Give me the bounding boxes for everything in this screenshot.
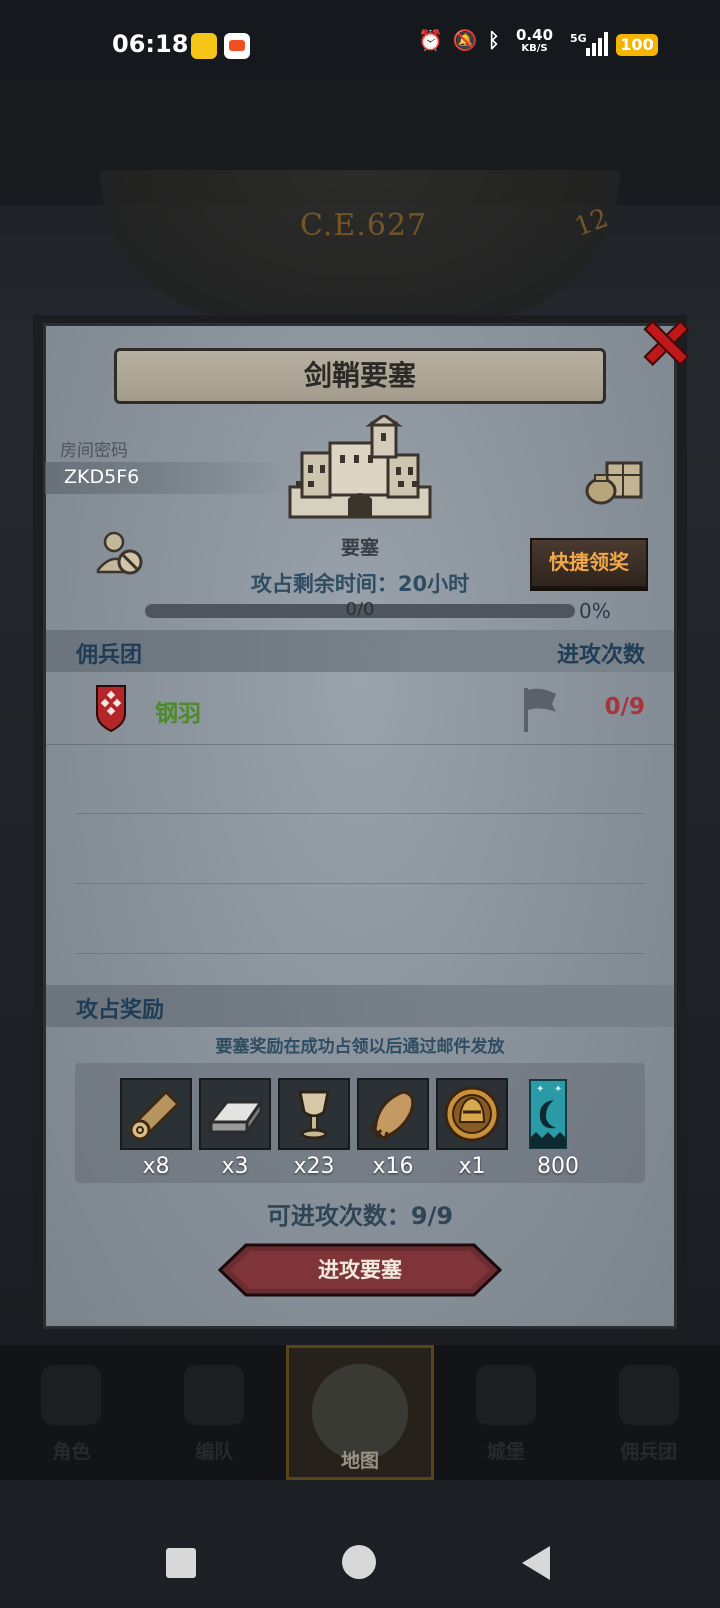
empty-row-divider xyxy=(75,883,645,884)
wood-log-icon xyxy=(129,1089,181,1141)
reward-item[interactable]: x8 xyxy=(120,1078,192,1179)
fortress-icon xyxy=(288,415,432,519)
progress-percent: 0% xyxy=(579,599,611,623)
reward-item[interactable]: x16 xyxy=(357,1078,429,1179)
empty-row-divider xyxy=(75,813,645,814)
mute-icon: 🔕 xyxy=(452,28,478,52)
guild-name: 钢羽 xyxy=(155,701,201,727)
room-code: ZKD5F6 xyxy=(64,466,140,488)
iron-ingot-icon xyxy=(207,1097,264,1137)
recents-button[interactable] xyxy=(166,1548,196,1578)
flag-icon xyxy=(524,688,556,732)
system-nav-bar xyxy=(0,1480,720,1608)
svg-text:✦: ✦ xyxy=(554,1084,562,1095)
net-speed: 0.40 KB/S xyxy=(516,26,554,55)
reward-item[interactable]: x1 xyxy=(436,1078,508,1179)
home-button[interactable] xyxy=(342,1545,376,1579)
fur-pelt-icon xyxy=(368,1090,415,1141)
attack-fortress-label: 进攻要塞 xyxy=(318,1258,402,1282)
svg-text:✦: ✦ xyxy=(536,1084,544,1095)
reward-item[interactable]: x3 xyxy=(199,1078,271,1179)
bluetooth-icon: ᛒ xyxy=(487,28,500,52)
guild-shield-icon xyxy=(96,685,126,732)
status-bar: 06:18 ⏰ 🔕 ᛒ 0.40 KB/S 5G 100 xyxy=(0,0,720,80)
loot-bag-icon[interactable] xyxy=(585,455,645,505)
banner-icon: ✦ ✦ xyxy=(529,1079,567,1149)
knight-helmet-coin-icon xyxy=(444,1086,500,1142)
progress-count: 0/0 xyxy=(345,599,375,620)
remaining-time: 攻占剩余时间：20小时 xyxy=(250,572,470,596)
alarm-icon: ⏰ xyxy=(418,28,443,52)
signal-icon xyxy=(586,32,608,56)
guild-row[interactable] xyxy=(46,672,674,745)
back-button[interactable] xyxy=(522,1546,550,1580)
empty-row-divider xyxy=(75,953,645,954)
goblet-icon xyxy=(298,1090,330,1140)
mercenary-header: 佣兵团 xyxy=(76,643,143,668)
guild-attack-count: 0/9 xyxy=(604,694,645,720)
network-type: 5G xyxy=(570,32,587,45)
battery-icon: 100 xyxy=(616,34,658,56)
reward-header: 攻占奖励 xyxy=(76,998,165,1023)
room-password-label: 房间密码 xyxy=(60,441,128,461)
dialog-title: 剑鞘要塞 xyxy=(114,348,606,404)
app-notification-icon xyxy=(191,33,217,59)
attack-count-header: 进攻次数 xyxy=(556,643,645,668)
reward-note: 要塞奖励在成功占领以后通过邮件发放 xyxy=(215,1037,505,1057)
close-button[interactable] xyxy=(638,315,688,365)
status-icons: ⏰ 🔕 ᛒ xyxy=(418,28,500,52)
available-attacks: 可进攻次数：9/9 xyxy=(266,1202,454,1230)
reward-item[interactable]: ✦ ✦ 800 xyxy=(522,1078,594,1179)
reward-item[interactable]: x23 xyxy=(278,1078,350,1179)
game-notification-icon xyxy=(224,33,250,59)
status-time: 06:18 xyxy=(112,30,189,58)
